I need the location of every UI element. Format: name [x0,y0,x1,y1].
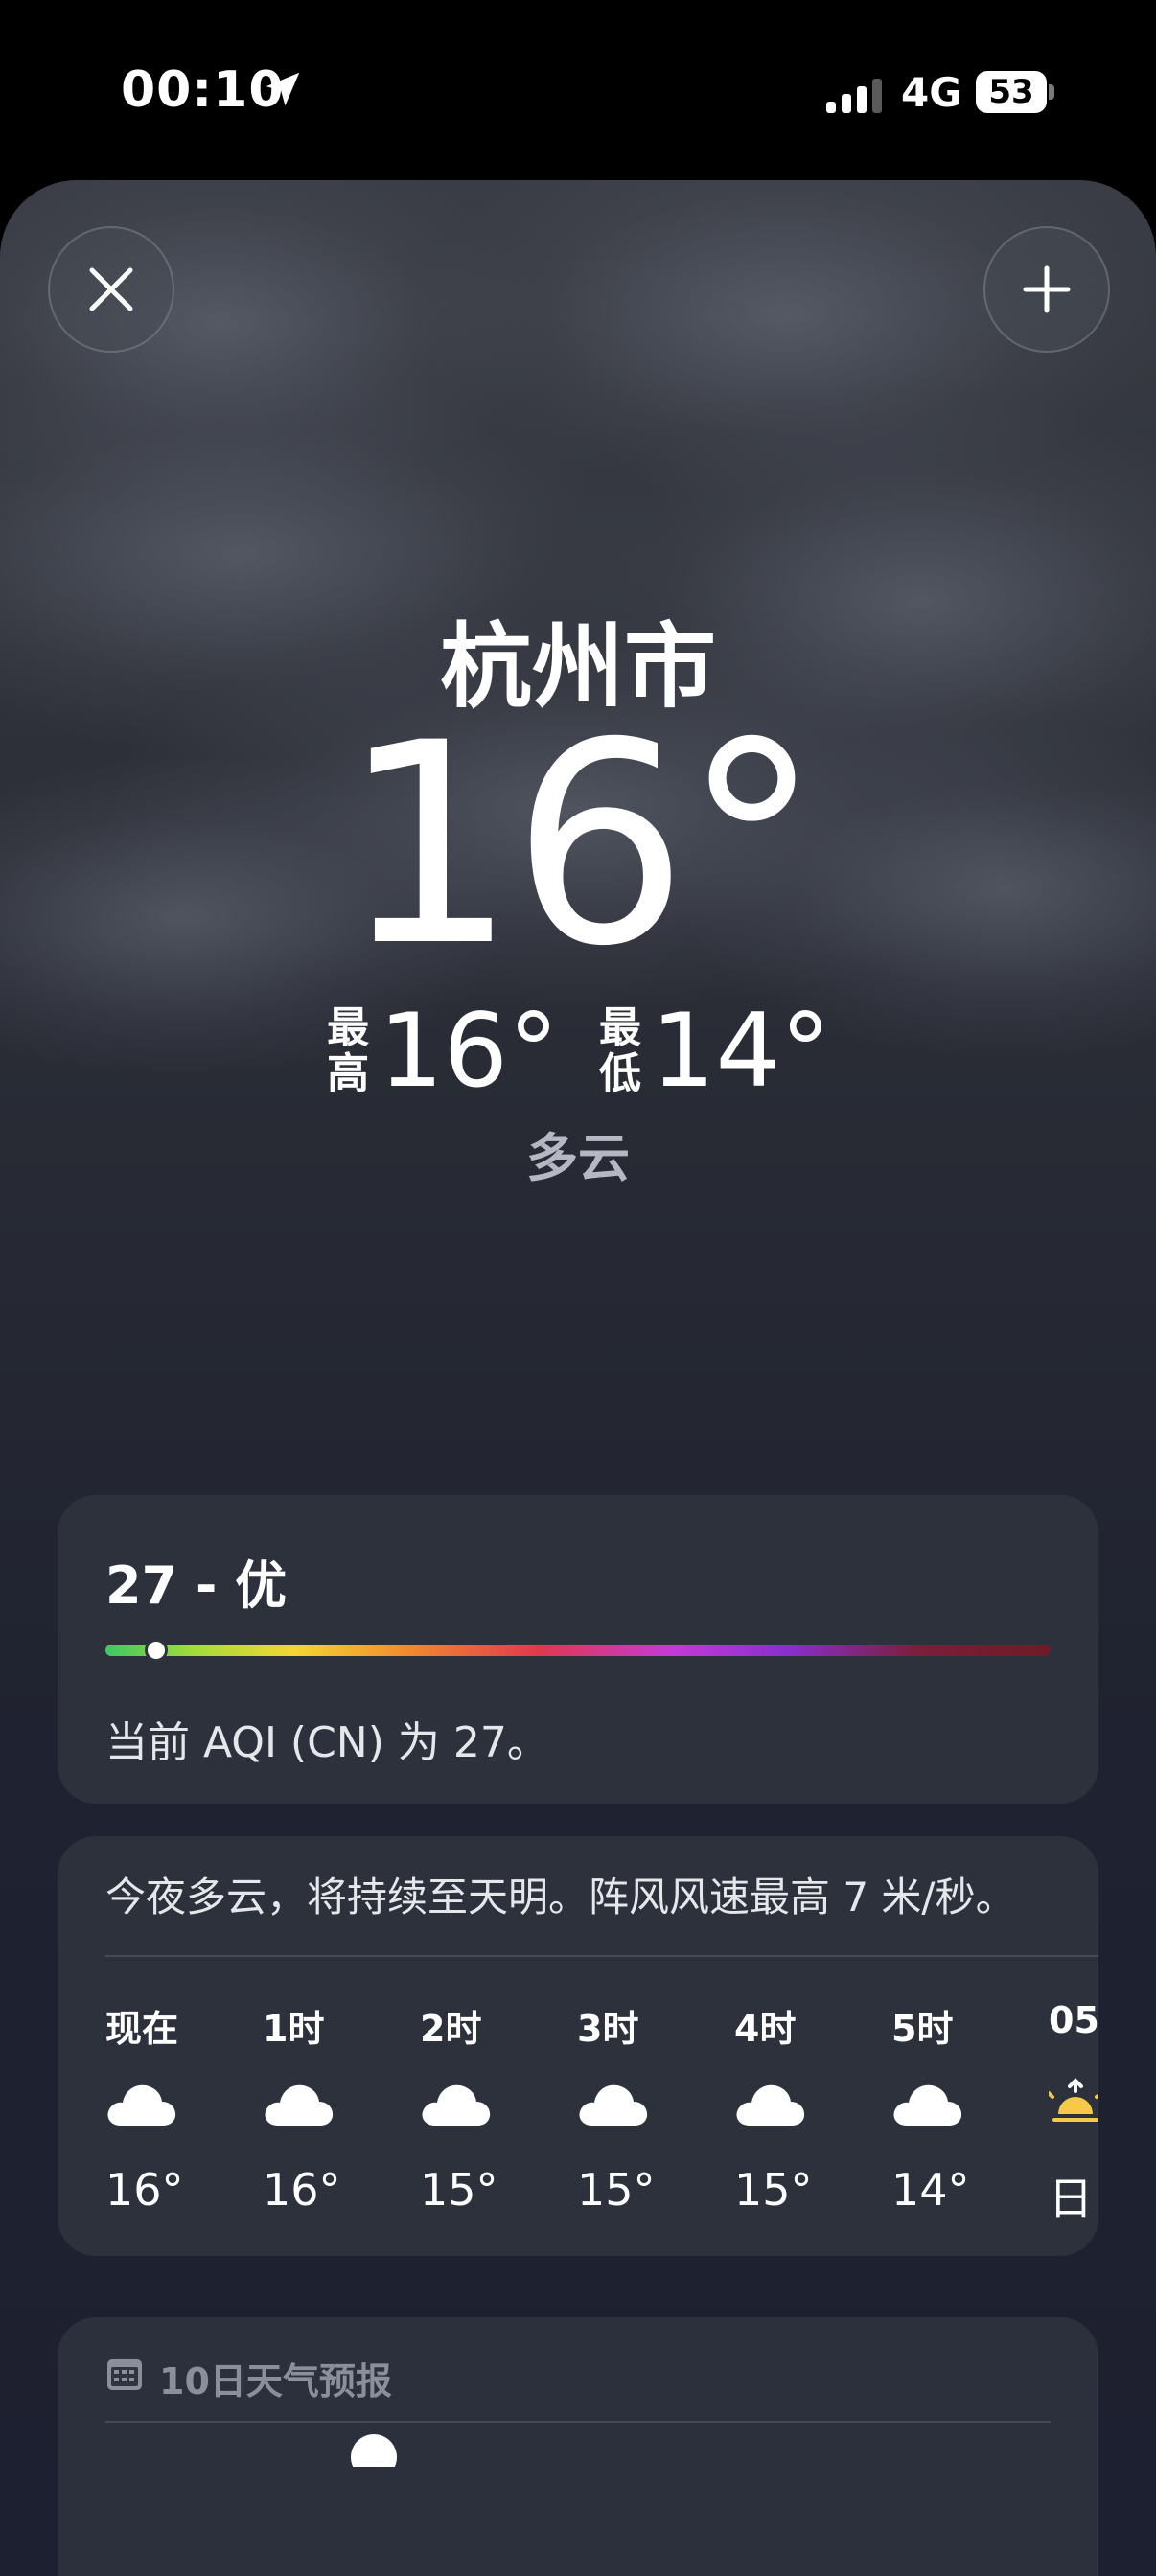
high-temperature: 16° [379,992,559,1111]
plus-icon [1023,265,1071,313]
network-label: 4G [901,69,962,116]
status-time: 00:10 [121,61,285,119]
hour-temperature: 日 [1049,2173,1093,2224]
aqi-scale-bar [105,1644,1051,1656]
condition-text: 多云 [526,1128,630,1188]
cloud-icon [351,2434,397,2467]
hour-label: 4时 [734,2008,797,2050]
divider [105,2421,1051,2423]
hour-label: 2时 [420,2008,482,2050]
cloud-icon [420,2076,493,2129]
hourly-summary: 今夜多云，将持续至天明。阵风风速最高 7 米/秒。 [105,1874,1016,1920]
hour-temperature: 14° [891,2164,970,2216]
weather-sheet: 杭州市 16° 最高16° 最低14° 多云 27 - 优 当前 AQI (CN)… [0,180,1156,2576]
signal-icon [826,79,882,113]
forecast-title: 10日天气预报 [159,2360,392,2403]
hour-temperature: 15° [420,2164,498,2216]
hour-temperature: 15° [734,2164,813,2216]
hourly-card[interactable]: 今夜多云，将持续至天明。阵风风速最高 7 米/秒。 现在 16° 1时 16° 2时 15… [58,1836,1098,2256]
cloud-icon [891,2076,964,2129]
hourly-scroll[interactable]: 现在 16° 1时 16° 2时 15° 3时 15° 4时 15° 5时 14° 05 日 [105,1980,1098,2229]
low-label: 最低 [599,1003,641,1099]
aqi-description: 当前 AQI (CN) 为 27。 [105,1718,549,1767]
divider [105,1955,1098,1957]
current-temperature: 16° [339,684,821,1007]
hour-label: 3时 [577,2008,639,2050]
hour-label: 现在 [105,2008,179,2050]
cloud-icon [263,2076,335,2129]
low-temperature: 14° [651,992,831,1111]
high-label: 最高 [327,1003,370,1099]
cloud-icon [577,2076,650,2129]
aqi-title: 27 - 优 [105,1555,288,1616]
sunrise-icon [1047,2076,1098,2129]
hour-label: 05 [1049,1999,1098,2041]
status-bar: 00:10 4G 53 [0,0,1156,182]
battery-icon: 53 [976,71,1047,113]
close-button[interactable] [48,226,174,353]
hour-label: 5时 [891,2008,954,2050]
high-low: 最高16° 最低14° [0,987,1156,1109]
battery-tip [1049,84,1054,100]
calendar-icon [107,2359,142,2390]
forecast-card[interactable]: 10日天气预报 [58,2317,1098,2576]
add-button[interactable] [983,226,1110,353]
hour-temperature: 16° [105,2164,184,2216]
location-arrow-icon [266,72,300,106]
hour-label: 1时 [263,2008,325,2050]
hour-temperature: 16° [263,2164,341,2216]
cloud-icon [105,2076,178,2129]
cloud-icon [734,2076,807,2129]
hour-temperature: 15° [577,2164,656,2216]
aqi-indicator [145,1639,169,1662]
aqi-card[interactable]: 27 - 优 当前 AQI (CN) 为 27。 [58,1495,1098,1804]
close-icon [89,267,133,311]
